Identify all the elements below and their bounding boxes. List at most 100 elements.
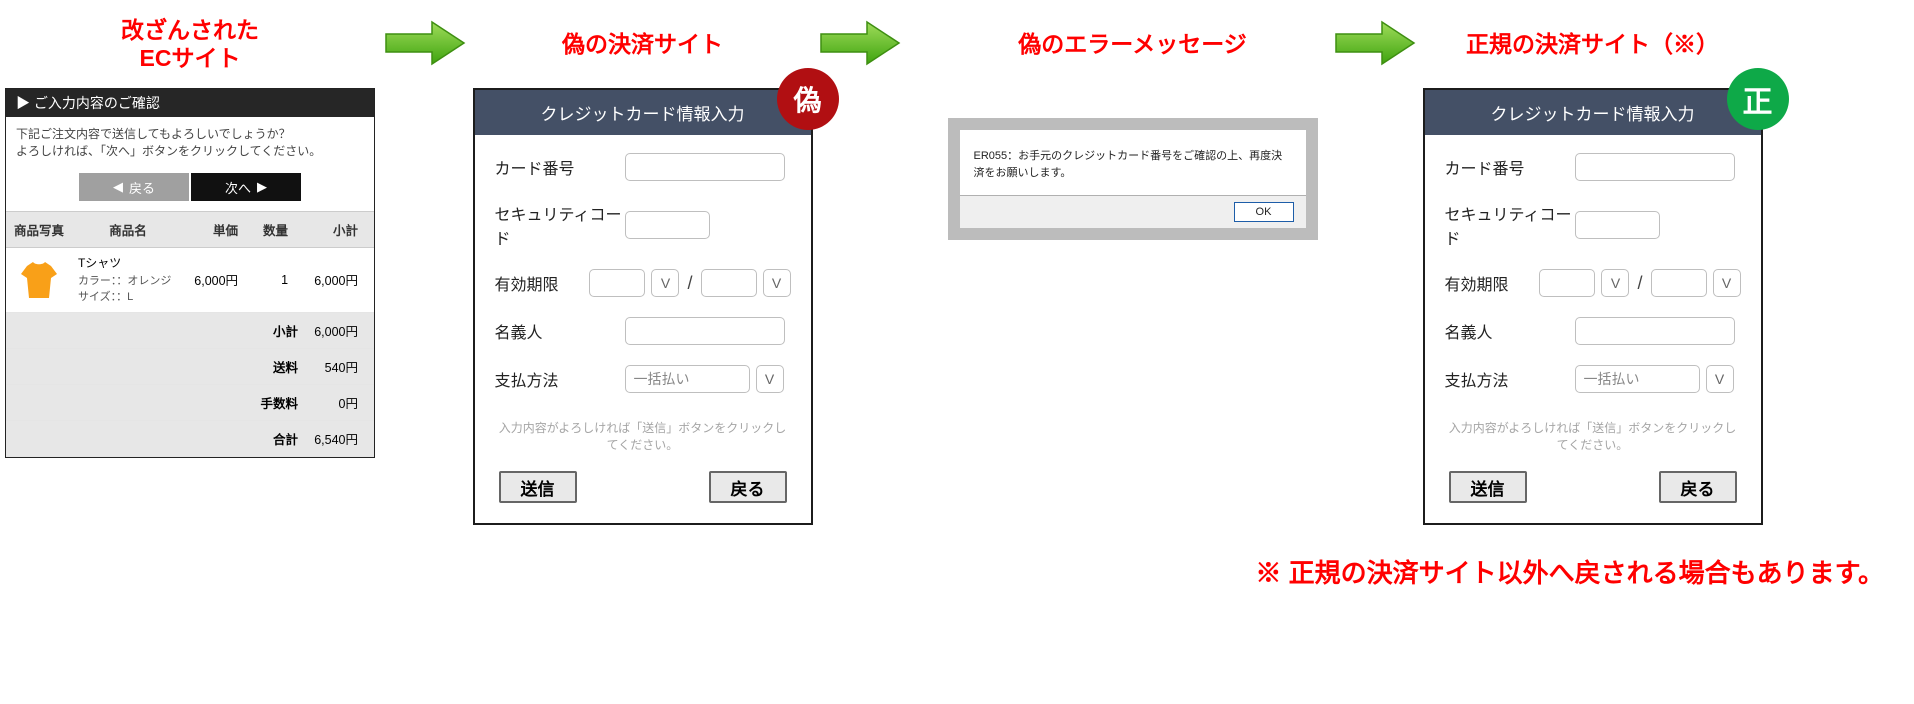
summary-row: 小計 6,000円 xyxy=(6,312,374,348)
col-photo: 商品写真 xyxy=(6,212,72,248)
error-message: ER055：お手元のクレジットカード番号をご確認の上、再度決済をお願いします。 xyxy=(960,130,1306,195)
label-holder: 名義人 xyxy=(1445,319,1575,343)
summary-label: 手数料 xyxy=(6,384,304,420)
method-dropdown[interactable]: V xyxy=(1706,365,1734,393)
cc-body: カード番号 セキュリティコード 有効期限 V / V xyxy=(475,135,811,523)
arrow-1 xyxy=(380,20,470,71)
label-expiry: 有効期限 xyxy=(1445,271,1540,295)
arrow-right-icon xyxy=(1334,20,1416,71)
cc-note: 入力内容がよろしければ「送信」ボタンをクリックしてください。 xyxy=(495,419,791,453)
summary-row: 手数料 0円 xyxy=(6,384,374,420)
ec-message-line2: よろしければ、「次へ」ボタンをクリックしてください。 xyxy=(16,144,321,158)
chevron-left-icon: ◀ xyxy=(113,179,123,195)
expiry-month-dropdown[interactable]: V xyxy=(1601,269,1629,297)
product-name-cell: Tシャツ カラー：：オレンジ サイズ：：L xyxy=(72,248,184,313)
col-qty: 数量 xyxy=(254,212,304,248)
ec-header: ご入力内容のご確認 xyxy=(6,89,374,117)
next-button[interactable]: 次へ ▶ xyxy=(191,173,301,201)
method-input[interactable]: 一括払い xyxy=(1575,365,1700,393)
tshirt-icon xyxy=(21,260,57,300)
col-unit: 単価 xyxy=(184,212,254,248)
expiry-separator: / xyxy=(685,273,694,294)
cvc-input[interactable] xyxy=(625,211,710,239)
back-button-label: 戻る xyxy=(129,178,155,197)
expiry-year-input[interactable] xyxy=(701,269,757,297)
label-holder: 名義人 xyxy=(495,319,625,343)
cc-panel-real: 正 クレジットカード情報入力 カード番号 セキュリティコード 有効期限 V / xyxy=(1423,88,1763,525)
fake-badge: 偽 xyxy=(777,68,839,130)
ok-button[interactable]: OK xyxy=(1234,202,1294,222)
summary-label: 合計 xyxy=(6,420,304,456)
summary-value: 6,000円 xyxy=(304,312,374,348)
cc-panel-fake: 偽 クレジットカード情報入力 カード番号 セキュリティコード 有効期限 V / xyxy=(473,88,813,525)
line-sub: 6,000円 xyxy=(304,248,374,313)
error-footer: OK xyxy=(960,195,1306,228)
caption-fake-error: 偽のエラーメッセージ xyxy=(935,31,1330,59)
expiry-month-input[interactable] xyxy=(589,269,645,297)
label-expiry: 有効期限 xyxy=(495,271,590,295)
chevron-right-icon: ▶ xyxy=(257,179,267,195)
product-name: Tシャツ xyxy=(78,256,178,272)
summary-label: 送料 xyxy=(6,348,304,384)
error-dialog: ER055：お手元のクレジットカード番号をご確認の上、再度決済をお願いします。 … xyxy=(948,118,1318,240)
caption-tampered: 改ざんされたECサイト xyxy=(0,17,380,72)
ec-message-line1: 下記ご注文内容で送信してもよろしいでしょうか？ xyxy=(16,127,291,141)
chevron-down-icon: V xyxy=(772,275,781,291)
method-input[interactable]: 一括払い xyxy=(625,365,750,393)
product-opt2: サイズ：：L xyxy=(78,288,178,304)
summary-value: 0円 xyxy=(304,384,374,420)
back-button[interactable]: 戻る xyxy=(709,471,787,503)
card-number-input[interactable] xyxy=(625,153,785,181)
arrow-right-icon xyxy=(384,20,466,71)
col-sub: 小計 xyxy=(304,212,374,248)
method-dropdown[interactable]: V xyxy=(756,365,784,393)
chevron-down-icon: V xyxy=(661,275,670,291)
back-button[interactable]: ◀ 戻る xyxy=(79,173,189,201)
expiry-year-dropdown[interactable]: V xyxy=(763,269,791,297)
cc-title: クレジットカード情報入力 xyxy=(1425,90,1761,135)
summary-value: 540円 xyxy=(304,348,374,384)
real-badge: 正 xyxy=(1727,68,1789,130)
unit-price: 6,000円 xyxy=(184,248,254,313)
chevron-down-icon: V xyxy=(765,371,774,387)
label-card-number: カード番号 xyxy=(1445,155,1575,179)
cc-note: 入力内容がよろしければ「送信」ボタンをクリックしてください。 xyxy=(1445,419,1741,453)
holder-input[interactable] xyxy=(1575,317,1735,345)
label-cvc: セキュリティコード xyxy=(1445,201,1575,249)
arrow-right-icon xyxy=(819,20,901,71)
order-table: 商品写真 商品名 単価 数量 小計 Tシャツ カラー：：オレンジ xyxy=(6,211,374,457)
caption-real-site: 正規の決済サイト（※） xyxy=(1420,31,1765,59)
cvc-input[interactable] xyxy=(1575,211,1660,239)
summary-value: 6,540円 xyxy=(304,420,374,456)
card-number-input[interactable] xyxy=(1575,153,1735,181)
ec-message: 下記ご注文内容で送信してもよろしいでしょうか？ よろしければ、「次へ」ボタンをク… xyxy=(6,117,374,167)
label-method: 支払方法 xyxy=(1445,367,1575,391)
label-cvc: セキュリティコード xyxy=(495,201,625,249)
back-button[interactable]: 戻る xyxy=(1659,471,1737,503)
expiry-year-dropdown[interactable]: V xyxy=(1713,269,1741,297)
cc-title: クレジットカード情報入力 xyxy=(475,90,811,135)
chevron-down-icon: V xyxy=(1715,371,1724,387)
label-card-number: カード番号 xyxy=(495,155,625,179)
submit-button[interactable]: 送信 xyxy=(499,471,577,503)
caption-fake-site: 偽の決済サイト xyxy=(470,31,815,59)
arrow-2 xyxy=(815,20,905,71)
product-photo-cell xyxy=(6,248,72,313)
expiry-separator: / xyxy=(1635,273,1644,294)
arrow-3 xyxy=(1330,20,1420,71)
expiry-month-input[interactable] xyxy=(1539,269,1595,297)
panels-row: ご入力内容のご確認 下記ご注文内容で送信してもよろしいでしょうか？ よろしければ… xyxy=(0,88,1914,525)
quantity: 1 xyxy=(254,248,304,313)
holder-input[interactable] xyxy=(625,317,785,345)
label-method: 支払方法 xyxy=(495,367,625,391)
footnote: ※ 正規の決済サイト以外へ戻される場合もあります。 xyxy=(0,553,1884,590)
table-row: Tシャツ カラー：：オレンジ サイズ：：L 6,000円 1 6,000円 xyxy=(6,248,374,313)
ec-nav-buttons: ◀ 戻る 次へ ▶ xyxy=(6,167,374,211)
expiry-year-input[interactable] xyxy=(1651,269,1707,297)
summary-row: 送料 540円 xyxy=(6,348,374,384)
expiry-month-dropdown[interactable]: V xyxy=(651,269,679,297)
chevron-down-icon: V xyxy=(1611,275,1620,291)
chevron-down-icon: V xyxy=(1722,275,1731,291)
summary-row: 合計 6,540円 xyxy=(6,420,374,456)
submit-button[interactable]: 送信 xyxy=(1449,471,1527,503)
